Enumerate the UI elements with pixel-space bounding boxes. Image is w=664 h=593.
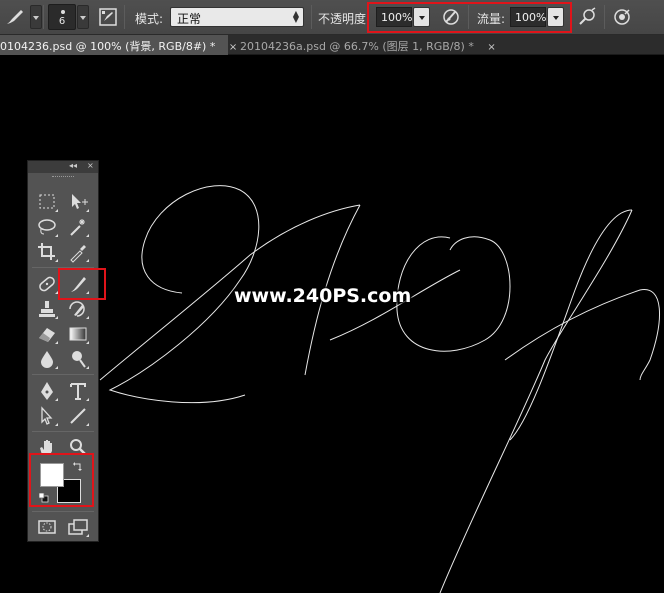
brush-preset-dropdown[interactable]	[77, 5, 89, 29]
blur-tool-icon[interactable]	[35, 348, 59, 370]
tool-separator	[32, 511, 94, 512]
toolbox-header[interactable]: ◂◂ ×	[28, 161, 98, 173]
airbrush-icon[interactable]	[577, 7, 597, 27]
gradient-tool-icon[interactable]	[66, 323, 90, 345]
script-stroke-p-stem	[439, 209, 633, 593]
history-brush-tool-icon[interactable]	[66, 298, 90, 320]
pen-tool-icon[interactable]	[35, 380, 59, 402]
document-tabs: 0104236.psd @ 100% (背景, RGB/8#) * × 2010…	[0, 35, 664, 55]
line-tool-icon[interactable]	[66, 405, 90, 427]
highlight-box-brush-tool	[58, 268, 106, 300]
lasso-tool-icon[interactable]	[35, 216, 59, 238]
options-bar: 6 模式: 正常 ▲ ▼ 不透明度: 100% 流量: 100%	[0, 0, 664, 35]
separator	[311, 5, 312, 29]
separator	[43, 5, 44, 29]
brush-size-value: 6	[58, 16, 66, 27]
close-icon[interactable]: ×	[87, 161, 94, 170]
tab-label: 20104236a.psd @ 66.7% (图层 1, RGB/8) *	[240, 40, 474, 53]
highlight-box-opacity-flow	[367, 2, 572, 33]
brush-panel-icon[interactable]	[98, 7, 118, 27]
select-arrows-icon: ▲ ▼	[292, 9, 299, 24]
path-selection-tool-icon[interactable]	[35, 405, 59, 427]
move-tool-icon[interactable]	[66, 191, 90, 213]
script-stroke-0	[396, 236, 511, 352]
separator	[604, 5, 605, 29]
eyedropper-tool-icon[interactable]	[66, 241, 90, 263]
mode-value: 正常	[177, 12, 202, 26]
brush-preset-picker[interactable]: 6	[48, 4, 76, 30]
script-stroke-p-bowl	[504, 289, 660, 381]
brush-tool-icon[interactable]	[4, 7, 26, 27]
mode-select[interactable]: 正常 ▲ ▼	[170, 7, 304, 27]
pressure-size-icon[interactable]	[612, 7, 632, 27]
magic-wand-tool-icon[interactable]	[66, 216, 90, 238]
watermark-text: www.240PS.com	[234, 285, 412, 307]
toolbox-grip[interactable]	[28, 173, 98, 183]
tab-document-2[interactable]: 20104236a.psd @ 66.7% (图层 1, RGB/8) * ×	[240, 35, 496, 55]
separator	[124, 5, 125, 29]
tab-label: 0104236.psd @ 100% (背景, RGB/8#) *	[0, 40, 216, 53]
quick-mask-icon[interactable]	[35, 516, 59, 538]
collapse-icon[interactable]: ◂◂	[69, 161, 77, 170]
canvas[interactable]	[0, 56, 664, 593]
screen-mode-icon[interactable]	[66, 516, 90, 538]
marquee-tool-icon[interactable]	[35, 191, 59, 213]
brush-tip-icon	[61, 10, 65, 14]
tab-close-icon[interactable]: ×	[229, 42, 237, 53]
opacity-label: 不透明度:	[318, 12, 371, 26]
clone-stamp-tool-icon[interactable]	[35, 298, 59, 320]
script-stroke-p-loop	[509, 209, 633, 441]
tab-close-icon[interactable]: ×	[487, 42, 495, 53]
dodge-tool-icon[interactable]	[66, 348, 90, 370]
crop-tool-icon[interactable]	[35, 241, 59, 263]
eraser-tool-icon[interactable]	[35, 323, 59, 345]
healing-brush-tool-icon[interactable]	[35, 273, 59, 295]
highlight-box-color-swatches	[29, 453, 94, 507]
type-tool-icon[interactable]	[66, 380, 90, 402]
tool-separator	[32, 374, 94, 375]
tool-separator	[32, 431, 94, 432]
mode-label: 模式:	[135, 12, 164, 26]
tab-document-1[interactable]: 0104236.psd @ 100% (背景, RGB/8#) * ×	[0, 35, 237, 55]
tool-preset-dropdown[interactable]	[30, 5, 42, 29]
